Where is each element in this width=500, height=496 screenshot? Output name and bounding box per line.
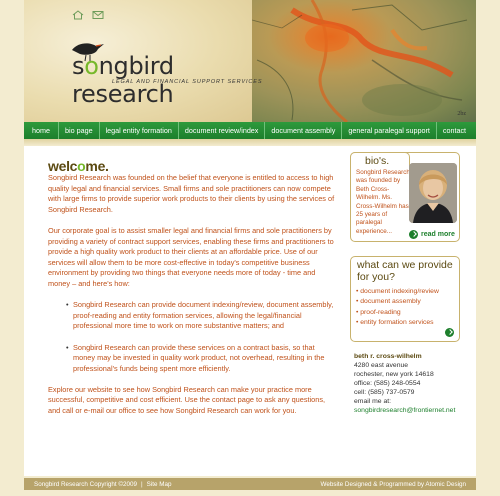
footer-credit[interactable]: Website Designed & Programmed by Atomic … xyxy=(321,481,466,488)
artist-signature: 2bz xyxy=(457,111,466,117)
contact-name: beth r. cross-wilhelm xyxy=(354,353,422,360)
bios-title: bio's. xyxy=(365,155,390,167)
footer-separator: | xyxy=(141,480,143,488)
contact-city: rochester, new york 14618 xyxy=(354,371,434,378)
contact-cell-phone: cell: (585) 737-0579 xyxy=(354,389,415,396)
header-artwork: 2bz xyxy=(252,0,476,122)
logo-subtitle: LEGAL AND FINANCIAL SUPPORT SERVICES xyxy=(112,79,263,85)
main-nav: home bio page legal entity formation doc… xyxy=(24,122,476,139)
bio-photo xyxy=(409,163,457,223)
benefit-item: Songbird Research can provide these serv… xyxy=(66,343,338,375)
welcome-text: Songbird Research was founded on the bel… xyxy=(48,173,338,427)
nav-bio-page[interactable]: bio page xyxy=(59,122,100,139)
explore-paragraph: Explore our website to see how Songbird … xyxy=(48,384,326,416)
contact-email-link[interactable]: songbirdresearch@frontiernet.net xyxy=(354,406,455,415)
contact-info: beth r. cross-wilhelm 4280 east avenue r… xyxy=(354,352,455,415)
home-icon[interactable] xyxy=(72,10,84,20)
contact-office-phone: office: (585) 248-0554 xyxy=(354,380,421,387)
service-item-proof-reading[interactable]: • proof-reading xyxy=(356,308,439,318)
arrow-right-icon[interactable] xyxy=(409,230,418,239)
header: 2bz songbird research LEGAL AND FINANCIA… xyxy=(24,0,476,122)
services-list: • document indexing/review • document as… xyxy=(356,287,439,328)
nav-legal-entity-formation[interactable]: legal entity formation xyxy=(100,122,179,139)
bios-text: Songbird Research was founded by Beth Cr… xyxy=(356,169,410,235)
nav-document-assembly[interactable]: document assembly xyxy=(265,122,343,139)
bios-box: bio's. Songbird Research was founded by … xyxy=(350,152,460,242)
nav-document-review-index[interactable]: document review/index xyxy=(179,122,266,139)
nav-contact[interactable]: contact xyxy=(437,122,472,139)
envelope-icon[interactable] xyxy=(92,10,104,20)
portrait-image xyxy=(409,163,457,223)
logo[interactable]: songbird research LEGAL AND FINANCIAL SU… xyxy=(70,40,263,108)
goal-paragraph: Our corporate goal is to assist smaller … xyxy=(48,225,334,288)
services-arrow-icon[interactable] xyxy=(445,328,454,337)
service-item-entity-formation[interactable]: • entity formation services xyxy=(356,318,439,328)
abstract-painting xyxy=(252,0,468,122)
footer-sitemap-link[interactable]: Site Map xyxy=(147,481,172,488)
main-content: welcome. Songbird Research was founded o… xyxy=(24,146,476,476)
read-more-link[interactable]: read more xyxy=(409,230,455,239)
service-item-document-indexing[interactable]: • document indexing/review xyxy=(356,287,439,297)
services-box: what can we provide for you? • document … xyxy=(350,256,460,342)
benefit-item: Songbird Research can provide document i… xyxy=(66,300,338,332)
read-more-label[interactable]: read more xyxy=(421,231,455,238)
welcome-title: welcome. xyxy=(48,158,109,174)
footer: Songbird Research Copyright ©2009 | Site… xyxy=(24,478,476,490)
nav-general-paralegal-support[interactable]: general paralegal support xyxy=(342,122,437,139)
contact-email-label: email me at: xyxy=(354,398,392,405)
nav-shadow xyxy=(24,139,476,146)
page: 2bz songbird research LEGAL AND FINANCIA… xyxy=(0,0,500,496)
benefits-list: Songbird Research can provide document i… xyxy=(66,300,338,374)
contact-street: 4280 east avenue xyxy=(354,362,409,369)
service-item-document-assembly[interactable]: • document assembly xyxy=(356,297,439,307)
footer-copyright: Songbird Research Copyright ©2009 xyxy=(34,480,138,488)
intro-paragraph: Songbird Research was founded on the bel… xyxy=(48,173,335,214)
header-icons xyxy=(72,10,104,20)
services-title: what can we provide for you? xyxy=(357,259,453,283)
nav-home[interactable]: home xyxy=(24,122,59,139)
